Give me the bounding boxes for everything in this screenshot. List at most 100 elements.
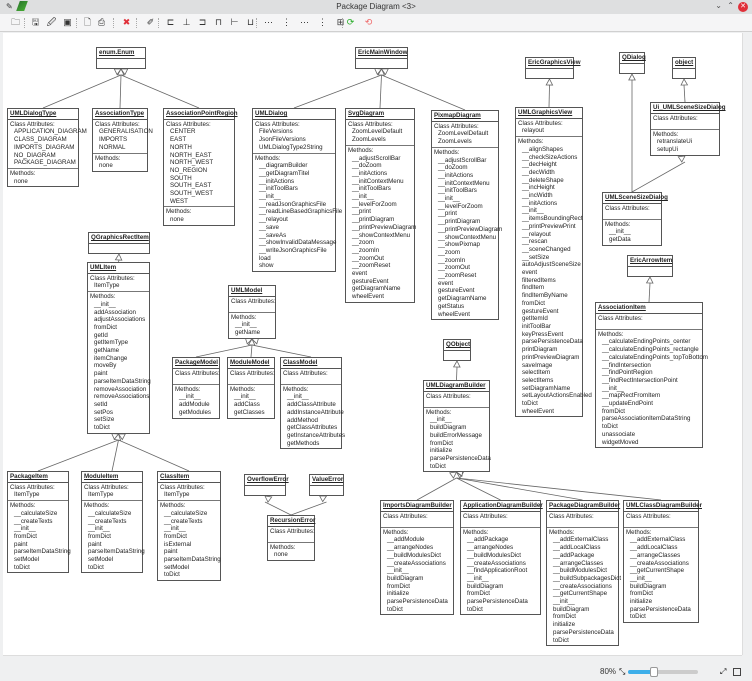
decrease-width-icon[interactable]: ⋯ [299, 17, 310, 28]
section-label: Class Attributes: [598, 314, 643, 322]
method-item: fromDict [430, 439, 454, 447]
class-box-umldiagram-builder[interactable]: UMLDiagramBuilder Class Attributes: Method… [423, 380, 491, 473]
class-box-ui-umlscene-size-dialog[interactable]: Ui_UMLSceneSizeDialog Class Attributes: Me… [650, 102, 726, 156]
class-box-association-item[interactable]: AssociationItem Class Attributes: Methods:… [595, 302, 708, 449]
methods-section: Methods: __init__ buildDiagram buildErrorMe… [424, 408, 491, 472]
method-item: gestureEvent [352, 277, 389, 285]
class-box-package-diagram-builder[interactable]: PackageDiagramBuilder Class Attributes: Me… [546, 500, 621, 647]
class-box-umlscene-size-dialog[interactable]: UMLSceneSizeDialog Class Attributes: Metho… [602, 192, 668, 246]
method-item: buildDiagram [553, 605, 590, 613]
class-box-umlgraphics-view[interactable]: UMLGraphicsView Class Attributes: relayout… [515, 107, 592, 418]
print-icon[interactable]: ⎙ [96, 17, 107, 28]
class-box-enum-enum[interactable]: enum.Enum [96, 47, 146, 69]
increase-width-icon[interactable]: ⋯ [263, 17, 274, 28]
class-box-umldialog[interactable]: UMLDialog Class Attributes: FileVersions Js… [252, 108, 342, 273]
methods-section: Methods: retranslateUi setupUi [651, 130, 719, 155]
class-box-umlclass-diagram-builder[interactable]: UMLClassDiagramBuilder Class Attributes: M… [623, 500, 702, 624]
section-label: Methods: [175, 385, 201, 393]
class-box-eric-graphics-view[interactable]: EricGraphicsView [525, 57, 581, 79]
method-item: setSize [94, 416, 115, 424]
class-box-qdialog[interactable]: QDialog [619, 52, 646, 74]
export-image-icon[interactable]: ▣ [62, 17, 73, 28]
method-item: fromDict [467, 590, 491, 598]
attribute-item: PACKAGE_DIAGRAM [14, 159, 76, 167]
align-bottom-icon[interactable]: ⊔ [245, 17, 256, 28]
new-icon[interactable]: 🗀 [10, 17, 21, 28]
save-as-icon[interactable]: 🖉 [46, 17, 57, 28]
method-item: __print [352, 208, 371, 216]
minimize-button[interactable]: ⌄ [715, 1, 722, 10]
class-box-imports-diagram-builder[interactable]: ImportsDiagramBuilder Class Attributes: Me… [380, 500, 454, 616]
vertical-scrollbar[interactable] [742, 33, 752, 655]
method-item: toDict [14, 563, 30, 571]
save-icon[interactable]: 🖫 [30, 17, 41, 28]
method-item: paint [14, 540, 28, 548]
class-box-eric-main-window[interactable]: EricMainWindow [355, 47, 408, 69]
class-box-overflow-error[interactable]: OverflowError [244, 474, 289, 496]
class-box-application-diagram-builder[interactable]: ApplicationDiagramBuilder Class Attribute… [460, 500, 543, 616]
class-box-qobject[interactable]: QObject [443, 339, 471, 361]
zoom-out-icon[interactable]: ⤡ [619, 667, 625, 677]
method-item: __initToolBars [352, 185, 391, 193]
methods-section: Methods: none [93, 154, 147, 171]
zoom-slider-handle[interactable] [649, 667, 658, 677]
class-box-pixmap-diagram[interactable]: PixmapDiagram Class Attributes: ZoomLevelD… [431, 110, 502, 321]
class-box-recursion-error[interactable]: RecursionError Class Attributes: Methods: n… [267, 515, 315, 562]
class-box-class-item[interactable]: ClassItem Class Attributes: ItemType Method… [157, 471, 221, 582]
method-item: widgetMoved [602, 438, 639, 446]
class-box-package-model[interactable]: PackageModel Class Attributes: Methods: __i… [172, 357, 220, 419]
align-center-v-icon[interactable]: ⊢ [229, 17, 240, 28]
class-name: enum.Enum [97, 48, 145, 59]
attributes-section: Class Attributes: [228, 369, 275, 385]
method-item: __addPackage [553, 551, 595, 559]
align-top-icon[interactable]: ⊓ [213, 17, 224, 28]
class-box-umldialog-type[interactable]: UMLDialogType Class Attributes: APPLICATIO… [7, 108, 87, 188]
rescan-icon[interactable]: ⟳ [345, 17, 356, 28]
methods-section: Methods: none [164, 207, 234, 224]
method-item: wheelEvent [352, 293, 384, 301]
diagram-canvas[interactable]: enum.Enum UMLDialogType Class Attributes: A… [3, 33, 742, 655]
align-center-h-icon[interactable]: ⊥ [181, 17, 192, 28]
maximize-button[interactable]: ⌃ [727, 1, 734, 10]
class-box-association-point-region[interactable]: AssociationPointRegion Class Attributes: C… [163, 108, 238, 226]
print-preview-icon[interactable]: 🗋 [82, 17, 93, 28]
class-name: UMLGraphicsView [516, 108, 582, 119]
align-left-icon[interactable]: ⊏ [165, 17, 176, 28]
methods-section: Methods: __calculateSize __createTexts __in… [8, 501, 71, 572]
horizontal-scrollbar[interactable] [3, 655, 742, 663]
class-box-eric-arrow-item[interactable]: EricArrowItem [627, 255, 673, 277]
relayout-icon[interactable]: ⟲ [363, 17, 374, 28]
increase-height-icon[interactable]: ⋮ [281, 17, 292, 28]
class-box-class-model[interactable]: ClassModel Class Attributes: Methods: __ini… [280, 357, 345, 450]
section-label: Methods: [605, 220, 631, 228]
class-box-svg-diagram[interactable]: SvgDiagram Class Attributes: ZoomLevelDefa… [345, 108, 416, 303]
class-box-umlitem[interactable]: UMLItem Class Attributes: ItemType Methods:… [87, 262, 151, 434]
method-item: selectItems [522, 376, 554, 384]
class-box-umlmodel[interactable]: UMLModel Class Attributes: Methods: __init_… [228, 285, 276, 339]
class-box-object[interactable]: object [672, 57, 696, 79]
method-item: __buildModulesDict [387, 551, 441, 559]
class-box-module-model[interactable]: ModuleModel Class Attributes: Methods: __in… [227, 357, 275, 419]
inheritance-line [379, 74, 382, 109]
methods-section: Methods: __calculateSize __createTexts __in… [82, 501, 145, 572]
close-red-icon[interactable]: ✖ [121, 17, 132, 28]
eraser-icon[interactable]: ✐ [145, 17, 156, 28]
class-box-qgraphics-rect-item[interactable]: QGraphicsRectItem [88, 232, 150, 254]
method-item: parsePersistenceData [522, 338, 583, 346]
attributes-section: Class Attributes: [547, 512, 618, 528]
class-box-package-item[interactable]: PackageItem Class Attributes: ItemType Meth… [7, 471, 71, 574]
class-box-module-item[interactable]: ModuleItem Class Attributes: ItemType Metho… [81, 471, 145, 574]
method-item: itemChange [94, 354, 128, 362]
class-box-value-error[interactable]: ValueError [309, 474, 344, 496]
decrease-height-icon[interactable]: ⋮ [317, 17, 328, 28]
method-item: __findIntersection [602, 361, 651, 369]
close-button[interactable]: ✕ [738, 2, 748, 12]
zoom-reset-icon[interactable] [733, 668, 741, 676]
attribute-item: NORTH [170, 143, 192, 151]
zoom-in-icon[interactable]: ⤢ [720, 667, 726, 677]
class-box-association-type[interactable]: AssociationType Class Attributes: GENERALI… [92, 108, 153, 172]
zoom-slider[interactable] [628, 667, 698, 677]
section-label: Class Attributes: [653, 114, 698, 122]
align-right-icon[interactable]: ⊐ [197, 17, 208, 28]
section-label: Class Attributes: [90, 274, 135, 282]
